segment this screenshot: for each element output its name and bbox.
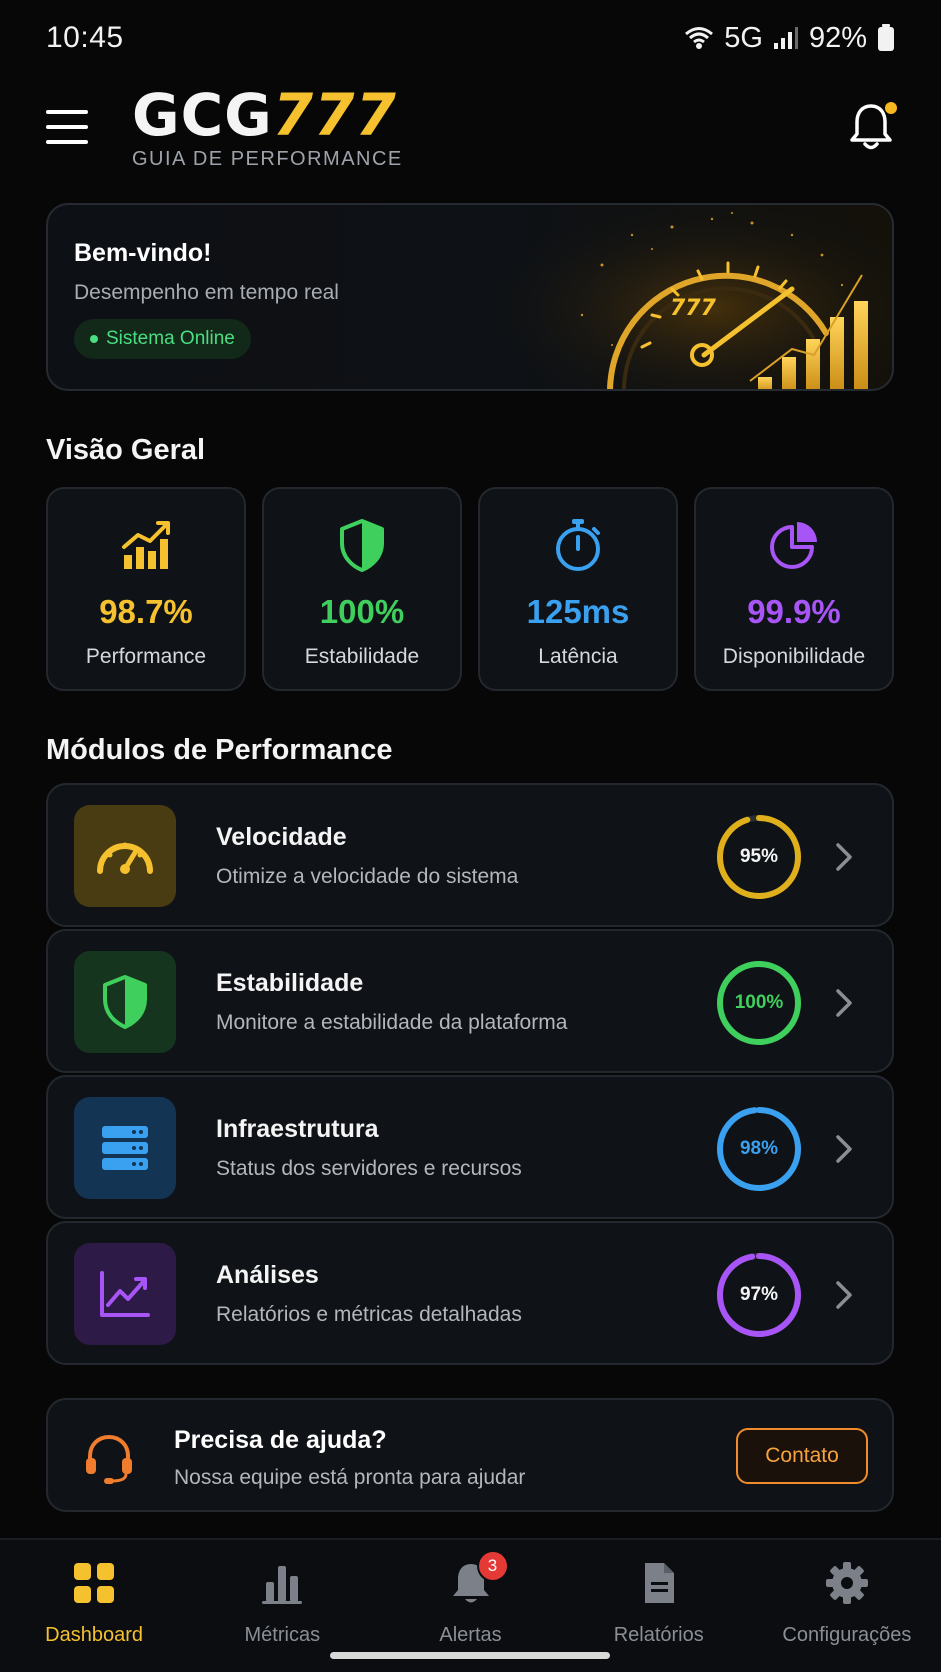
status-text: Sistema Online bbox=[106, 328, 235, 349]
gauge-value: 777 bbox=[670, 296, 717, 321]
stat-label: Performance bbox=[85, 645, 207, 668]
logo-subtitle: GUIA DE PERFORMANCE bbox=[132, 148, 403, 170]
pie-chart-icon bbox=[770, 522, 817, 569]
speedometer-icon bbox=[97, 842, 153, 874]
logo-text-b: 777 bbox=[272, 81, 397, 149]
stat-card-latency[interactable]: 125ms Latência bbox=[478, 487, 678, 691]
chevron-right-icon bbox=[836, 989, 852, 1017]
module-title: Velocidade bbox=[216, 823, 347, 851]
module-icon-box bbox=[74, 951, 176, 1053]
trend-chart-icon bbox=[100, 1271, 150, 1317]
nav-label: Relatórios bbox=[613, 1624, 704, 1646]
module-description: Otimize a velocidade do sistema bbox=[216, 865, 519, 888]
nav-label: Métricas bbox=[244, 1624, 321, 1646]
help-title: Precisa de ajuda? bbox=[174, 1426, 387, 1454]
module-title: Estabilidade bbox=[216, 969, 364, 997]
status-badge: Sistema Online bbox=[74, 319, 251, 359]
signal-icon bbox=[773, 27, 798, 49]
server-icon bbox=[102, 1126, 148, 1170]
menu-button[interactable] bbox=[46, 110, 88, 146]
bar-chart-icon bbox=[262, 1566, 303, 1604]
wifi-icon bbox=[685, 27, 714, 49]
home-indicator[interactable] bbox=[330, 1652, 610, 1659]
online-dot bbox=[90, 335, 98, 343]
module-icon-box bbox=[74, 1097, 176, 1199]
nav-label: Alertas bbox=[439, 1624, 502, 1646]
nav-label: Dashboard bbox=[45, 1624, 144, 1646]
app-header: GCG777 GUIA DE PERFORMANCE bbox=[0, 80, 941, 180]
progress-percent: 97% bbox=[739, 1284, 779, 1305]
stopwatch-icon bbox=[556, 519, 600, 571]
stat-value: 98.7% bbox=[99, 593, 193, 630]
battery-percent: 92% bbox=[808, 21, 867, 54]
welcome-subtitle: Desempenho em tempo real bbox=[74, 281, 339, 304]
module-description: Relatórios e métricas detalhadas bbox=[216, 1303, 522, 1326]
shield-icon bbox=[103, 975, 147, 1029]
nav-label: Configurações bbox=[782, 1624, 912, 1646]
chevron-right-icon bbox=[836, 1281, 852, 1309]
stat-value: 99.9% bbox=[747, 593, 841, 630]
module-infraestrutura[interactable]: Infraestrutura Status dos servidores e r… bbox=[46, 1075, 894, 1219]
module-estabilidade[interactable]: Estabilidade Monitore a estabilidade da … bbox=[46, 929, 894, 1073]
modules-title: Módulos de Performance bbox=[46, 734, 393, 766]
help-subtitle: Nossa equipe está pronta para ajudar bbox=[174, 1466, 526, 1489]
status-bar: 10:45 5G 92% bbox=[0, 0, 941, 76]
speedometer-illustration: 777 bbox=[492, 205, 892, 389]
module-analises[interactable]: Análises Relatórios e métricas detalhada… bbox=[46, 1221, 894, 1365]
welcome-title: Bem-vindo! bbox=[74, 239, 212, 267]
progress-percent: 100% bbox=[734, 992, 784, 1013]
help-card: Precisa de ajuda? Nossa equipe está pron… bbox=[46, 1398, 894, 1512]
nav-item-dashboard[interactable]: Dashboard bbox=[0, 1540, 188, 1672]
stat-label: Latência bbox=[538, 645, 618, 668]
network-type: 5G bbox=[724, 21, 763, 54]
module-icon-box bbox=[74, 1243, 176, 1345]
status-time: 10:45 bbox=[46, 21, 124, 54]
stat-value: 125ms bbox=[526, 593, 630, 630]
progress-percent: 95% bbox=[739, 846, 779, 867]
document-icon bbox=[644, 1563, 674, 1603]
notifications-button[interactable] bbox=[849, 102, 897, 154]
nav-item-configuracoes[interactable]: Configurações bbox=[753, 1540, 941, 1672]
overview-title: Visão Geral bbox=[46, 434, 206, 466]
module-description: Monitore a estabilidade da plataforma bbox=[216, 1011, 568, 1034]
progress-percent: 98% bbox=[739, 1138, 779, 1159]
grid-icon bbox=[74, 1563, 115, 1603]
module-icon-box bbox=[74, 805, 176, 907]
chevron-right-icon bbox=[836, 843, 852, 871]
headset-icon bbox=[86, 1434, 132, 1484]
welcome-card: Bem-vindo! Desempenho em tempo real Sist… bbox=[46, 203, 894, 391]
logo-text-a: GCG bbox=[132, 81, 273, 149]
chart-growth-icon bbox=[122, 521, 170, 569]
overview-stats: 98.7% Performance 100% Estabilidade 125m… bbox=[46, 487, 894, 691]
notification-dot bbox=[885, 102, 897, 114]
contact-button[interactable]: Contato bbox=[736, 1428, 868, 1484]
module-description: Status dos servidores e recursos bbox=[216, 1157, 522, 1180]
shield-icon bbox=[340, 519, 384, 572]
module-title: Análises bbox=[216, 1261, 319, 1289]
stat-value: 100% bbox=[319, 593, 405, 630]
stat-label: Estabilidade bbox=[304, 645, 420, 668]
module-title: Infraestrutura bbox=[216, 1115, 379, 1143]
status-indicators: 5G 92% bbox=[684, 22, 895, 55]
stat-card-availability[interactable]: 99.9% Disponibilidade bbox=[694, 487, 894, 691]
stat-card-stability[interactable]: 100% Estabilidade bbox=[262, 487, 462, 691]
battery-icon bbox=[878, 24, 894, 51]
app-logo: GCG777 GUIA DE PERFORMANCE bbox=[132, 84, 403, 171]
stat-label: Disponibilidade bbox=[722, 645, 866, 668]
alerts-badge: 3 bbox=[476, 1550, 509, 1582]
chevron-right-icon bbox=[836, 1135, 852, 1163]
stat-card-performance[interactable]: 98.7% Performance bbox=[46, 487, 246, 691]
module-velocidade[interactable]: Velocidade Otimize a velocidade do siste… bbox=[46, 783, 894, 927]
gear-icon bbox=[825, 1562, 868, 1604]
